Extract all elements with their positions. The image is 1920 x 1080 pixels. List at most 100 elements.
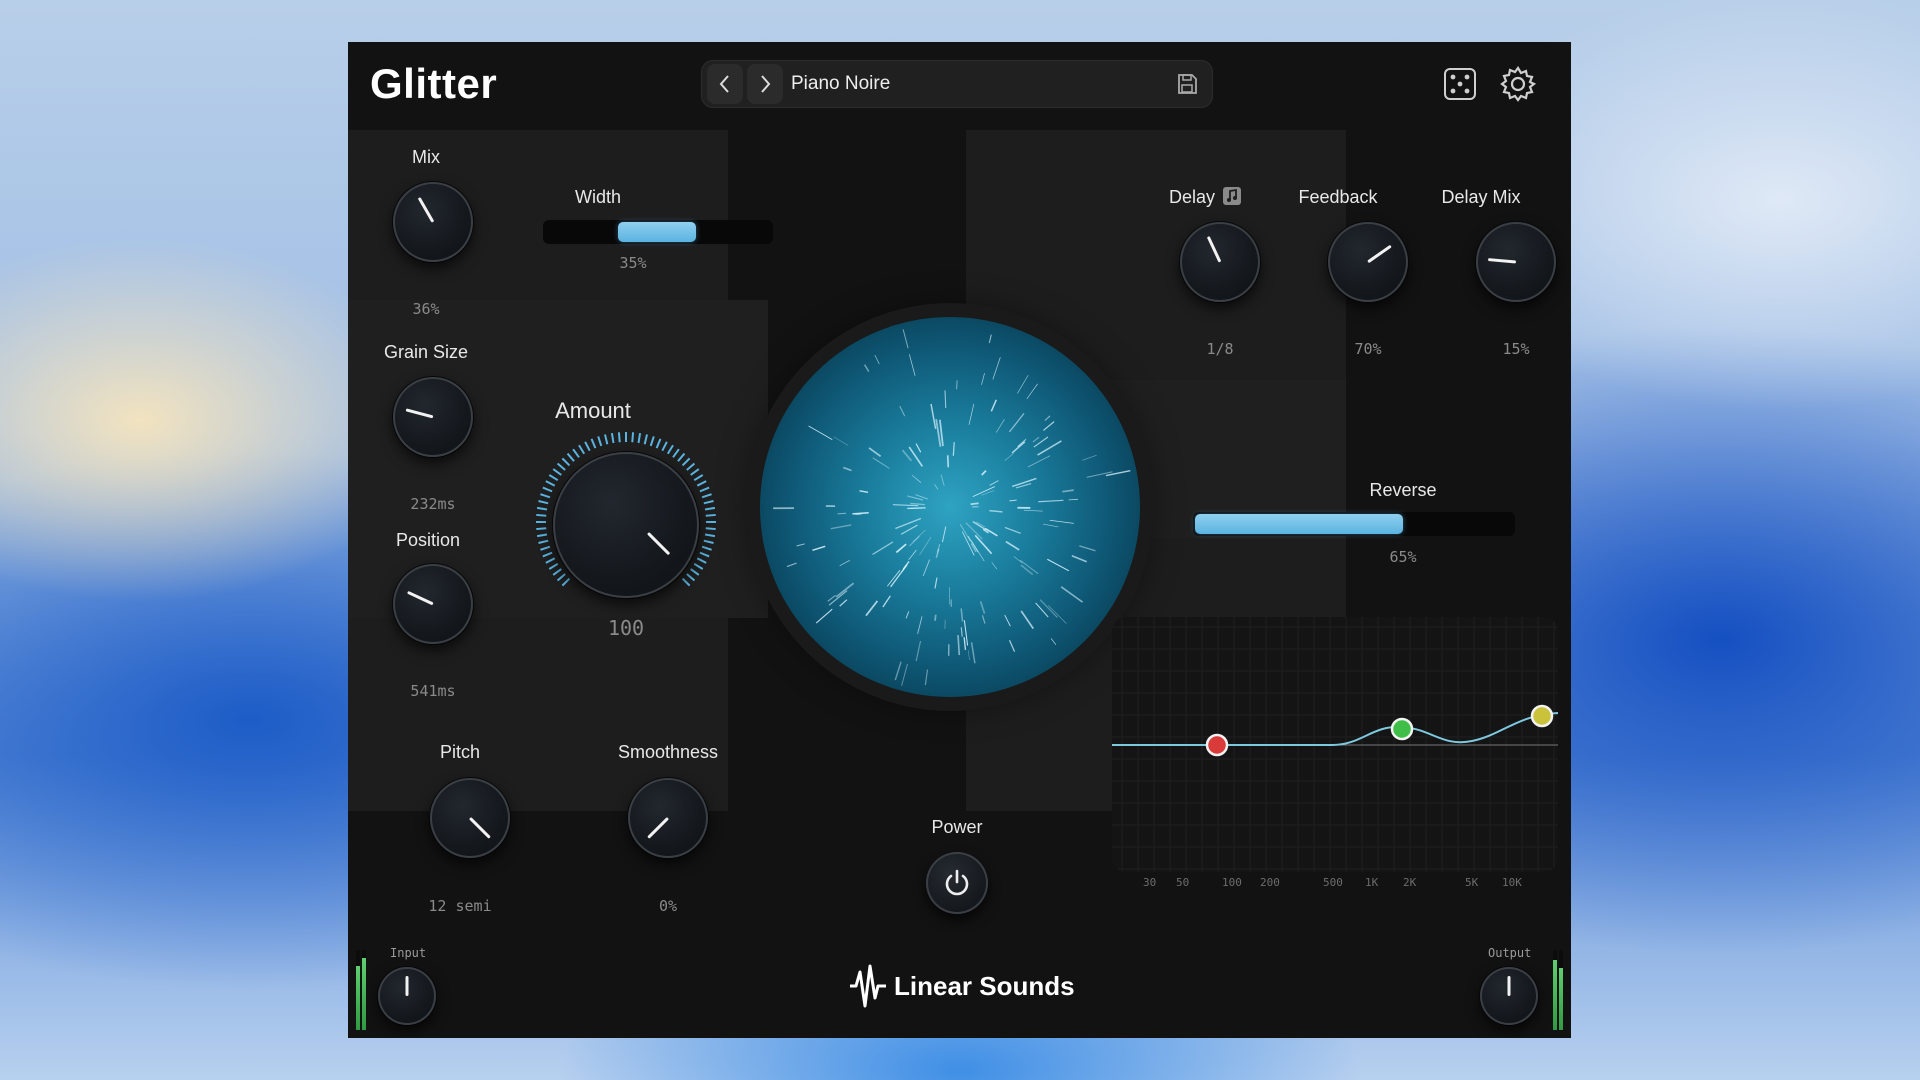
delay-mix-knob[interactable]	[1476, 222, 1556, 302]
amount-tick	[701, 545, 712, 551]
particle-streak	[899, 405, 906, 417]
particle-streak	[995, 419, 1005, 433]
output-meter-right	[1559, 950, 1563, 1030]
brand-name: Linear Sounds	[894, 970, 1075, 1001]
chevron-right-icon	[761, 75, 771, 93]
delay-mix-label: Delay Mix	[1441, 187, 1521, 207]
particle-streak	[1039, 599, 1058, 618]
eq-frequency-label: 30	[1143, 876, 1157, 889]
particle-streak	[909, 535, 920, 547]
eq-frequency-label: 2K	[1403, 876, 1417, 889]
dice-icon	[1444, 68, 1476, 100]
grain-size-value: 232ms	[410, 495, 456, 513]
input-knob[interactable]	[378, 967, 436, 1025]
power-button[interactable]	[926, 852, 988, 914]
particle-streak	[895, 517, 922, 530]
next-preset-button[interactable]	[747, 64, 783, 104]
particle-streak	[839, 599, 848, 607]
eq-graph[interactable]	[1112, 617, 1558, 872]
particle-streak	[970, 642, 976, 664]
amount-tick	[699, 551, 710, 558]
amount-tick	[696, 480, 707, 487]
particle-streak	[852, 511, 869, 515]
grain-size-knob[interactable]	[393, 377, 473, 457]
particle-streak	[981, 373, 985, 385]
output-knob[interactable]	[1480, 967, 1538, 1025]
amount-tick	[643, 434, 648, 445]
particle-streak	[915, 640, 922, 662]
reverse-slider-fill[interactable]	[1195, 514, 1403, 534]
pitch-knob-pointer	[468, 816, 491, 839]
particle-streak	[1049, 519, 1074, 524]
particle-streak	[989, 509, 1003, 513]
amount-tick	[597, 436, 603, 447]
particle-streak	[900, 524, 918, 535]
save-icon	[1178, 74, 1197, 94]
delay-knob-pointer	[1206, 235, 1222, 263]
mix-value: 36%	[412, 300, 440, 318]
particle-streak	[922, 559, 931, 577]
amount-tick	[677, 452, 686, 462]
eq-band-node[interactable]	[1205, 733, 1229, 757]
power-label: Power	[931, 817, 983, 837]
amount-tick	[545, 480, 556, 487]
preset-browser[interactable]: Piano Noire	[701, 60, 1213, 108]
amount-tick	[536, 513, 547, 517]
pitch-value: 12 semi	[428, 897, 492, 915]
particle-streak	[990, 399, 997, 412]
amount-tick	[690, 468, 700, 476]
width-slider-fill[interactable]	[618, 222, 696, 242]
feedback-value: 70%	[1354, 340, 1382, 358]
amount-tick	[637, 432, 642, 444]
output-meter-left	[1553, 950, 1557, 1030]
mix-knob[interactable]	[393, 182, 473, 262]
glitter-visualizer	[760, 317, 1140, 697]
pitch-label: Pitch	[439, 742, 481, 762]
mix-label: Mix	[412, 147, 440, 167]
particle-streak	[991, 562, 998, 570]
output-knob-pointer	[1507, 976, 1511, 996]
amount-tick	[705, 513, 716, 517]
prev-preset-button[interactable]	[707, 64, 743, 104]
amount-tick	[590, 438, 597, 449]
smoothness-knob[interactable]	[628, 778, 708, 858]
particle-streak	[1008, 413, 1025, 433]
delay-knob[interactable]	[1180, 222, 1260, 302]
eq-frequency-label: 500	[1323, 876, 1343, 889]
width-label: Width	[574, 187, 621, 207]
randomize-button[interactable]	[1438, 62, 1482, 106]
particle-streak	[905, 611, 910, 619]
particle-streak	[872, 541, 894, 555]
eq-band-node[interactable]	[1530, 704, 1554, 728]
eq-frequency-label: 1K	[1365, 876, 1379, 889]
amount-tick	[672, 448, 680, 458]
settings-button[interactable]	[1496, 62, 1540, 106]
amount-knob[interactable]	[553, 452, 699, 598]
particle-streak	[919, 536, 932, 556]
save-preset-button[interactable]	[1169, 66, 1205, 102]
amount-tick	[540, 493, 551, 499]
pitch-knob[interactable]	[430, 778, 510, 858]
particle-streak	[1027, 455, 1051, 468]
feedback-knob[interactable]	[1328, 222, 1408, 302]
particle-streak	[944, 390, 947, 409]
eq-display[interactable]	[1112, 617, 1558, 872]
width-slider[interactable]	[543, 220, 773, 244]
delay-label: Delay	[1160, 187, 1250, 208]
preset-name[interactable]: Piano Noire	[791, 73, 890, 95]
particle-streak	[892, 504, 919, 507]
particle-streak	[981, 615, 986, 624]
note-icon[interactable]	[1223, 187, 1242, 205]
particle-streak	[1026, 383, 1038, 400]
particle-streak	[924, 669, 929, 686]
position-knob[interactable]	[393, 564, 473, 644]
reverse-slider[interactable]	[1193, 512, 1515, 536]
amount-tick	[556, 462, 566, 471]
particle-streak	[1047, 605, 1067, 624]
eq-frequency-label: 200	[1260, 876, 1280, 889]
position-knob-pointer	[406, 590, 434, 606]
eq-band-node[interactable]	[1390, 717, 1414, 741]
feedback-knob-pointer	[1367, 244, 1392, 264]
particle-streak	[1009, 499, 1017, 502]
particle-streak	[902, 329, 909, 349]
